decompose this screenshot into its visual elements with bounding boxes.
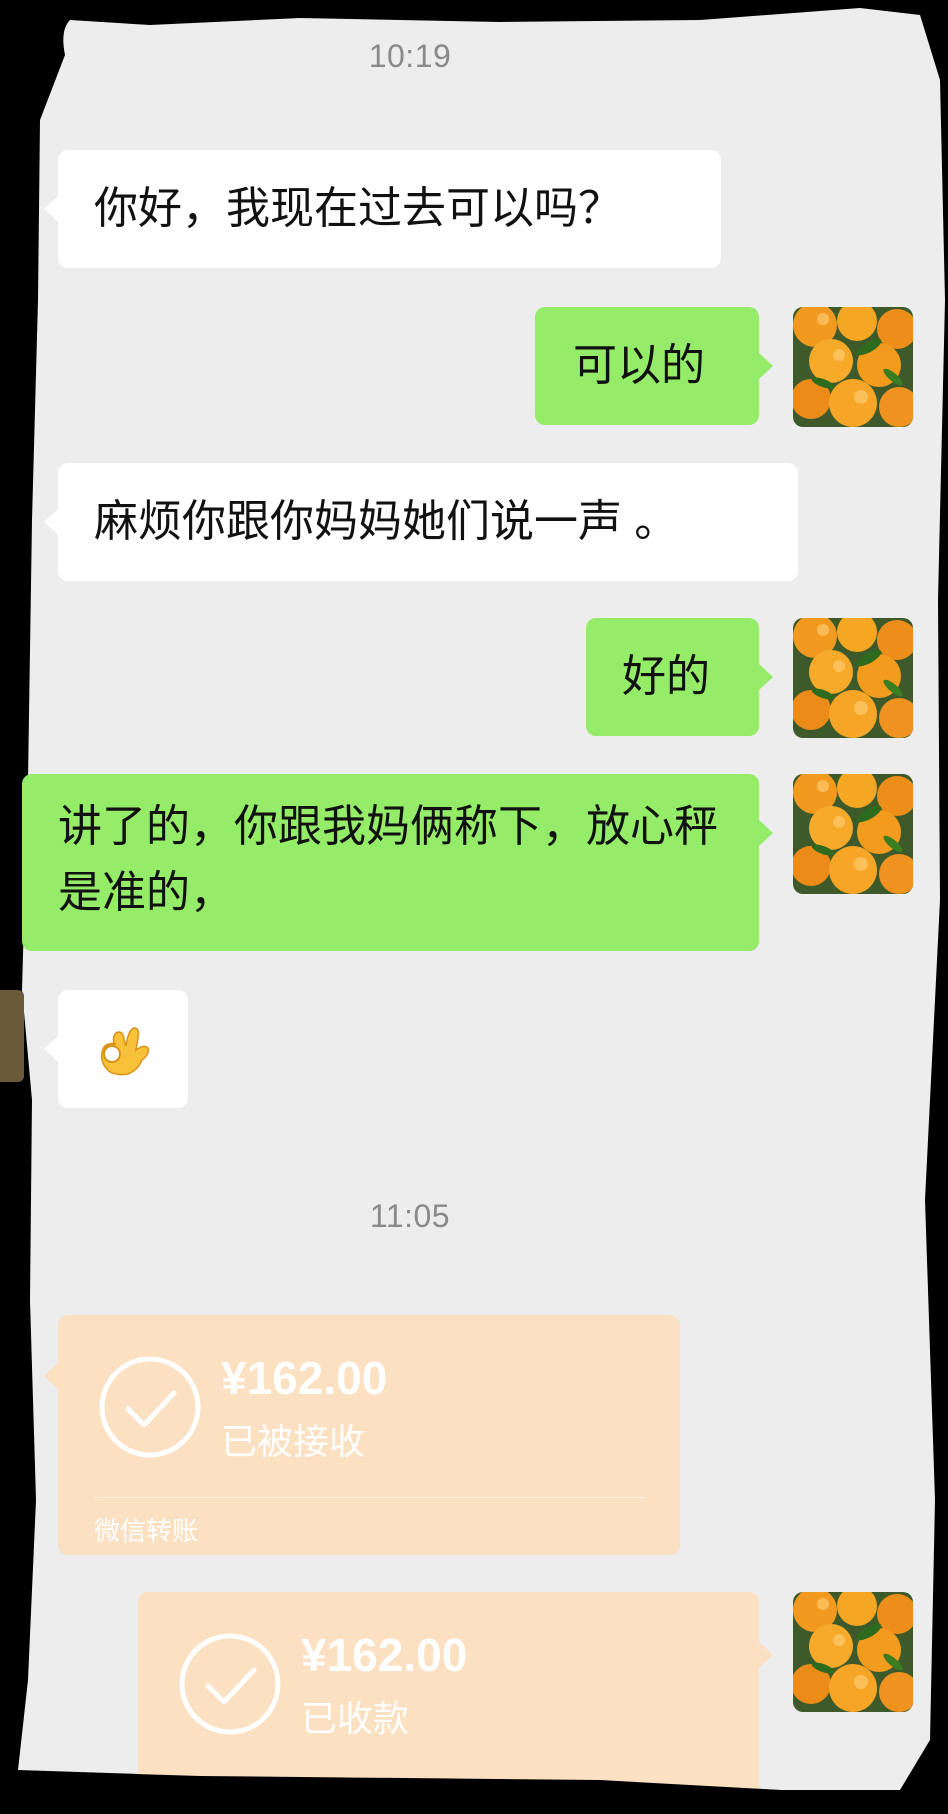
transfer-status: 已被接收 xyxy=(221,1421,366,1462)
message-bubble-outgoing[interactable]: 讲了的，你跟我妈俩称下，放心秤是准的， xyxy=(22,774,773,951)
transfer-amount: ¥162.00 xyxy=(221,1352,388,1404)
transfer-status: 已收款 xyxy=(301,1698,410,1739)
transfer-amount: ¥162.00 xyxy=(301,1629,468,1681)
message-text: 讲了的，你跟我妈俩称下，放心秤是准的， xyxy=(58,802,718,917)
check-circle-icon xyxy=(179,1633,281,1735)
transfer-footer: 微信转账 xyxy=(94,1516,199,1546)
oranges-avatar-image xyxy=(793,774,913,894)
transfer-card-incoming[interactable]: ¥162.00 已被接收 微信转账 xyxy=(44,1315,680,1555)
torn-edge xyxy=(0,1760,948,1814)
check-circle-icon xyxy=(99,1356,201,1458)
avatar[interactable] xyxy=(793,1592,913,1712)
message-bubble-incoming[interactable] xyxy=(44,990,188,1108)
message-text: 麻烦你跟你妈妈她们说一声 。 xyxy=(94,497,679,546)
message-bubble-outgoing[interactable]: 可以的 xyxy=(535,307,773,425)
message-bubble-incoming[interactable]: 麻烦你跟你妈妈她们说一声 。 xyxy=(44,463,798,581)
message-bubble-incoming[interactable]: 你好，我现在过去可以吗？ xyxy=(44,150,721,268)
avatar[interactable] xyxy=(793,618,913,738)
oranges-avatar-image xyxy=(793,618,913,738)
oranges-avatar-image xyxy=(793,1592,913,1712)
avatar[interactable] xyxy=(793,307,913,427)
message-text: 你好，我现在过去可以吗？ xyxy=(94,184,622,233)
divider xyxy=(94,1497,644,1498)
message-bubble-outgoing[interactable]: 好的 xyxy=(586,618,773,736)
timestamp: 11:05 xyxy=(369,1198,451,1234)
ok-hand-emoji-icon xyxy=(100,1027,150,1076)
message-text: 好的 xyxy=(622,652,710,701)
avatar-partial[interactable] xyxy=(0,990,24,1082)
chat-screenshot: 10:19 你好，我现在过去可以吗？ 可以的 麻烦你跟你妈妈她们说一声 。 好的… xyxy=(0,0,948,1814)
oranges-avatar-image xyxy=(793,307,913,427)
avatar[interactable] xyxy=(793,774,913,894)
message-text: 可以的 xyxy=(573,341,705,390)
timestamp: 10:19 xyxy=(368,38,452,74)
